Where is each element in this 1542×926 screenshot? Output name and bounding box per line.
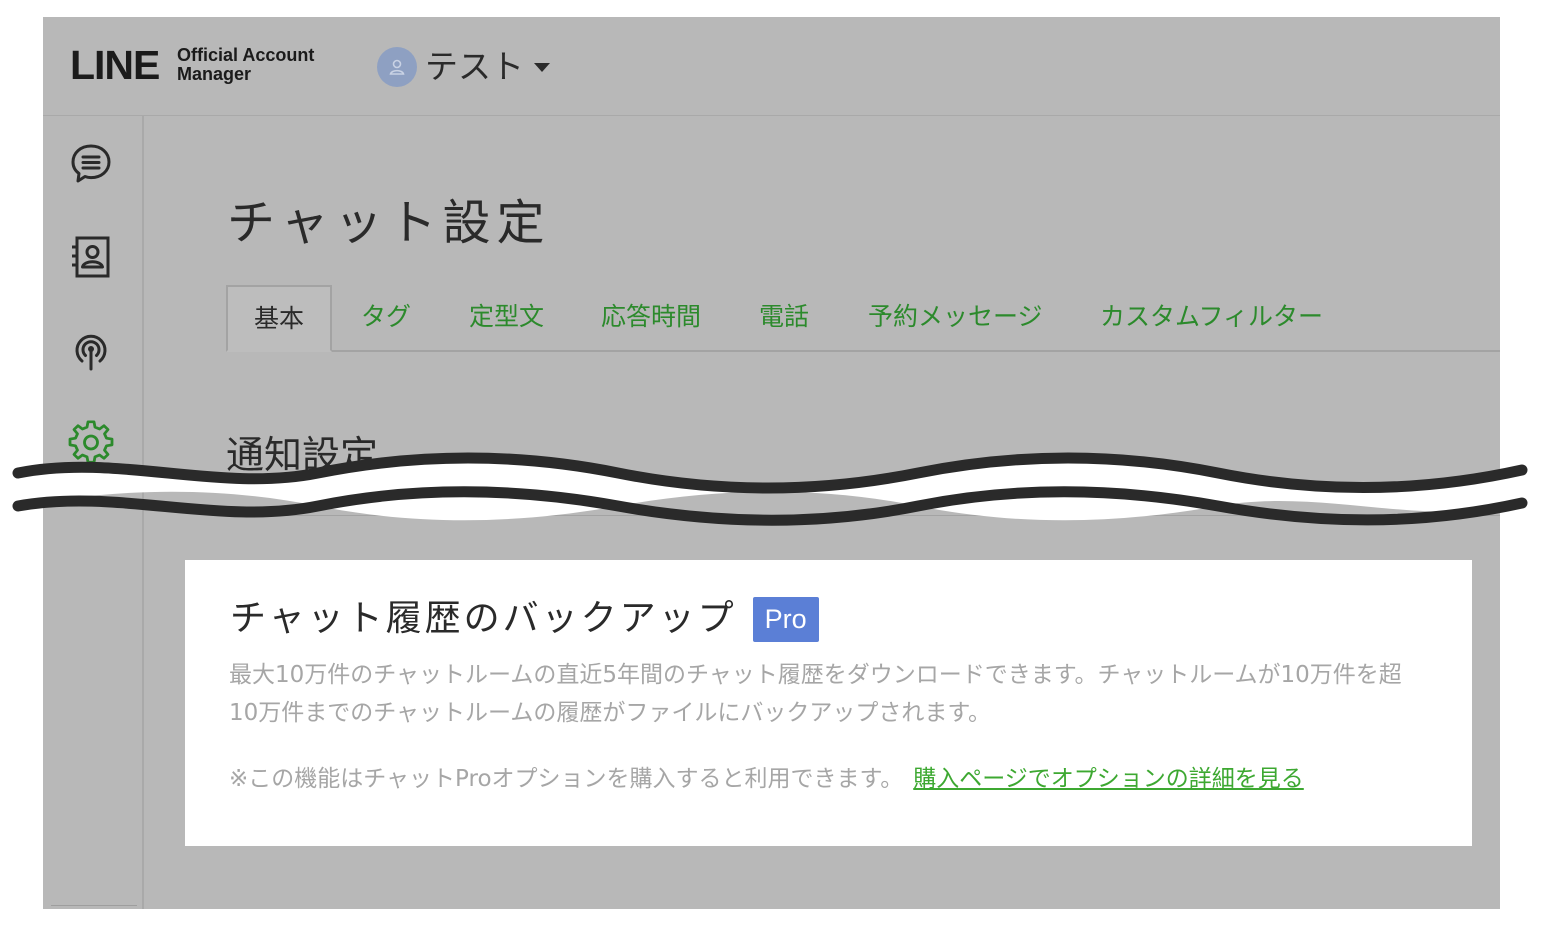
card-title-row: チャット履歴のバックアップ Pro	[230, 596, 819, 642]
tab-tags[interactable]: タグ	[361, 285, 411, 352]
pro-badge: Pro	[752, 596, 819, 642]
sidebar-item-chat[interactable]	[68, 141, 114, 187]
section-divider	[228, 515, 1500, 516]
chat-icon	[71, 144, 111, 183]
logo-subtitle-line1: Official Account	[177, 45, 315, 65]
card-note-text: ※この機能はチャットProオプションを購入すると利用できます。	[229, 766, 904, 792]
card-note: ※この機能はチャットProオプションを購入すると利用できます。 購入ページでオプシ…	[229, 760, 1304, 798]
logo-subtitle-line2: Manager	[177, 64, 252, 84]
card-title: チャット履歴のバックアップ	[230, 598, 737, 639]
logo-subtitle: Official Account Manager	[177, 46, 314, 84]
tab-bar: 基本 タグ 定型文 応答時間 電話 予約メッセージ カスタムフィルター	[226, 285, 1500, 352]
page-title: チャット設定	[227, 195, 551, 251]
caret-down-icon	[534, 62, 550, 72]
tab-custom-filters[interactable]: カスタムフィルター	[1100, 285, 1323, 352]
sidebar-item-broadcast[interactable]	[68, 327, 114, 373]
sidebar-divider	[51, 905, 137, 906]
sidebar	[43, 116, 144, 909]
tab-templates[interactable]: 定型文	[469, 285, 544, 352]
contacts-icon	[72, 236, 110, 278]
tab-phone[interactable]: 電話	[759, 285, 809, 352]
card-description-line2: 10万件までのチャットルームの履歴がファイルにバックアップされます。	[229, 700, 992, 726]
app-window: LINE Official Account Manager テスト チャット設定…	[43, 17, 1500, 909]
account-switcher[interactable]: テスト	[377, 44, 550, 90]
chat-backup-card: チャット履歴のバックアップ Pro 最大10万件のチャットルームの直近5年間のチ…	[185, 560, 1472, 846]
tab-response-hours[interactable]: 応答時間	[601, 285, 701, 352]
purchase-details-link[interactable]: 購入ページでオプションの詳細を見る	[913, 766, 1304, 792]
tab-scheduled-messages[interactable]: 予約メッセージ	[868, 285, 1043, 352]
sidebar-item-settings[interactable]	[68, 420, 114, 466]
card-description-line1: 最大10万件のチャットルームの直近5年間のチャット履歴をダウンロードできます。チ…	[229, 662, 1402, 688]
avatar	[377, 47, 417, 87]
broadcast-icon	[75, 334, 107, 371]
line-logo[interactable]: LINE	[70, 43, 160, 87]
tab-basic[interactable]: 基本	[226, 285, 333, 352]
card-description: 最大10万件のチャットルームの直近5年間のチャット履歴をダウンロードできます。チ…	[229, 656, 1489, 732]
section-heading: 通知設定	[226, 433, 379, 477]
user-icon	[389, 59, 405, 75]
settings-icon	[68, 420, 114, 464]
sidebar-item-contacts[interactable]	[68, 234, 114, 280]
top-header: LINE Official Account Manager テスト	[43, 17, 1500, 116]
account-name: テスト	[425, 47, 524, 86]
